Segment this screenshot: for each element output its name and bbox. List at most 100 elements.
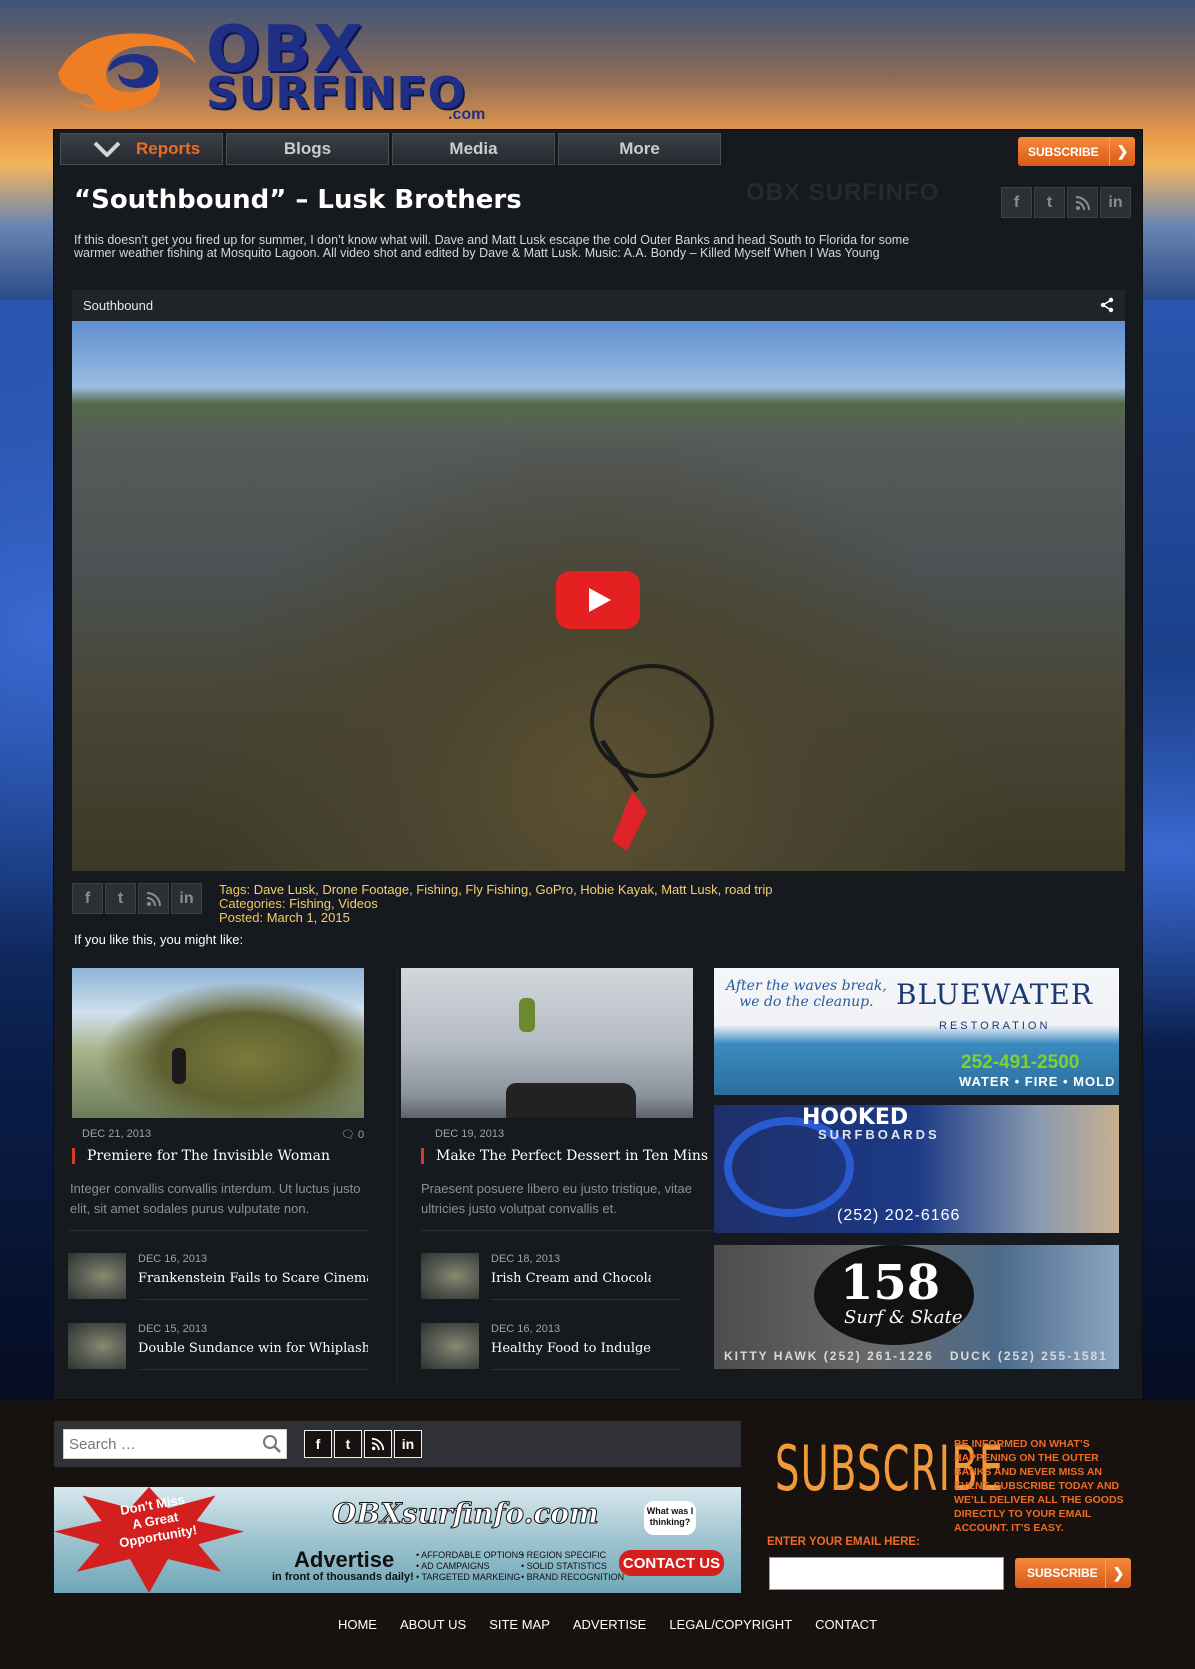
video-thumbnail[interactable] bbox=[72, 321, 1125, 871]
posted-date: March 1, 2015 bbox=[266, 910, 350, 925]
comment-icon: 🗨 bbox=[341, 1129, 355, 1141]
featured-title[interactable]: Premiere for The Invisible Woman bbox=[72, 1148, 330, 1164]
categories-links[interactable]: Fishing, Videos bbox=[289, 896, 378, 911]
footer-search-bar: f t in bbox=[54, 1421, 741, 1467]
list-date: DEC 15, 2013 bbox=[138, 1323, 208, 1335]
featured-image[interactable] bbox=[72, 968, 364, 1118]
share-icon[interactable] bbox=[1099, 297, 1115, 313]
video-title[interactable]: Southbound bbox=[83, 298, 153, 313]
divider bbox=[138, 1369, 368, 1370]
search-icon[interactable] bbox=[262, 1434, 282, 1454]
video-player[interactable]: Southbound bbox=[72, 290, 1125, 871]
footer-link-advertise[interactable]: ADVERTISE bbox=[573, 1617, 646, 1632]
page-title: “Southbound” – Lusk Brothers bbox=[74, 185, 522, 215]
tags-label: Tags: bbox=[219, 882, 251, 897]
ad-phone: 252-491-2500 bbox=[961, 1052, 1080, 1073]
kiteboarder-figure bbox=[519, 998, 535, 1032]
advertise-banner[interactable]: Don't Miss A Great Opportunity! OBXsurfi… bbox=[54, 1487, 741, 1593]
subscribe-label: SUBSCRIBE bbox=[1028, 144, 1099, 159]
list-thumbnail[interactable] bbox=[68, 1253, 126, 1299]
facebook-icon[interactable]: f bbox=[72, 883, 103, 914]
comment-count[interactable]: 🗨 0 bbox=[341, 1128, 364, 1141]
play-button[interactable] bbox=[556, 571, 640, 629]
rss-glyph-icon bbox=[371, 1437, 385, 1451]
subscribe-description: BE INFORMED ON WHAT’S HAPPENING ON THE O… bbox=[954, 1438, 1124, 1534]
divider bbox=[491, 1299, 681, 1300]
footer-subscribe-button[interactable]: SUBSCRIBE ❯ bbox=[1015, 1558, 1131, 1588]
featured-excerpt: Integer convallis convallis interdum. Ut… bbox=[70, 1181, 361, 1216]
divider bbox=[421, 1230, 721, 1231]
ad-brand-number: 158 bbox=[840, 1255, 941, 1311]
ad-locations: KITTY HAWK (252) 261-1226 DUCK (252) 255… bbox=[724, 1349, 1108, 1363]
ad-brand-name: Surf & Skate bbox=[844, 1307, 963, 1328]
logo-watermark: OBX SURFINFO bbox=[746, 179, 940, 206]
banner-speech-bubble: What was I thinking? bbox=[644, 1501, 696, 1535]
featured-image[interactable] bbox=[401, 968, 693, 1118]
post-meta: Tags: Dave Lusk, Drone Footage, Fishing,… bbox=[219, 883, 773, 925]
site-logo[interactable]: OBX SURFINFO .com bbox=[48, 18, 498, 123]
list-item[interactable]: DEC 16, 2013 Frankenstein Fails to Scare… bbox=[68, 1253, 378, 1305]
rss-icon[interactable] bbox=[138, 883, 169, 914]
footer-link-sitemap[interactable]: SITE MAP bbox=[489, 1617, 550, 1632]
tags-links[interactable]: Dave Lusk, Drone Footage, Fishing, Fly F… bbox=[254, 882, 773, 897]
categories-line: Categories: Fishing, Videos bbox=[219, 897, 773, 911]
bluewater-ad[interactable]: After the waves break, we do the cleanup… bbox=[714, 968, 1119, 1095]
list-date: DEC 18, 2013 bbox=[491, 1253, 561, 1265]
search-input[interactable] bbox=[63, 1429, 287, 1459]
list-thumbnail[interactable] bbox=[421, 1323, 479, 1369]
divider bbox=[491, 1369, 681, 1370]
email-label: ENTER YOUR EMAIL HERE: bbox=[767, 1536, 920, 1548]
header-subscribe-button[interactable]: SUBSCRIBE ❯ bbox=[1018, 137, 1135, 166]
nav-label: Blogs bbox=[283, 139, 332, 158]
contact-us-button[interactable]: CONTACT US bbox=[619, 1550, 724, 1576]
video-title-bar: Southbound bbox=[72, 290, 1125, 321]
nav-item-media[interactable]: Media bbox=[392, 133, 555, 165]
ad-subtitle: SURFBOARDS bbox=[818, 1127, 940, 1142]
list-title[interactable]: Frankenstein Fails to Scare Cinemas bbox=[138, 1271, 368, 1286]
facebook-icon[interactable]: f bbox=[1001, 187, 1032, 218]
list-title[interactable]: Double Sundance win for Whiplash bbox=[138, 1341, 368, 1356]
logo-com-text: .com bbox=[448, 106, 486, 123]
list-thumbnail[interactable] bbox=[68, 1323, 126, 1369]
banner-bullets-right: • REGION SPECIFIC • SOLID STATISTICS • B… bbox=[521, 1550, 625, 1582]
list-thumbnail[interactable] bbox=[421, 1253, 479, 1299]
rss-icon[interactable] bbox=[364, 1430, 392, 1458]
footer-link-home[interactable]: HOME bbox=[338, 1617, 377, 1632]
featured-date: DEC 19, 2013 bbox=[435, 1128, 505, 1140]
linkedin-icon[interactable]: in bbox=[394, 1430, 422, 1458]
linkedin-icon[interactable]: in bbox=[1100, 187, 1131, 218]
ad-phone: (252) 202-6166 bbox=[837, 1207, 961, 1224]
list-item[interactable]: DEC 18, 2013 Irish Cream and Chocolate C… bbox=[421, 1253, 681, 1305]
twitter-icon[interactable]: t bbox=[334, 1430, 362, 1458]
arrow-right-icon: ❯ bbox=[1109, 137, 1135, 166]
rss-icon[interactable] bbox=[1067, 187, 1098, 218]
surf-skate-ad[interactable]: 158 Surf & Skate KITTY HAWK (252) 261-12… bbox=[714, 1245, 1119, 1369]
chevron-down-icon bbox=[93, 141, 121, 157]
twitter-icon[interactable]: t bbox=[1034, 187, 1065, 218]
wave-logo-icon bbox=[58, 33, 196, 112]
surfer-figure bbox=[172, 1048, 186, 1084]
facebook-icon[interactable]: f bbox=[304, 1430, 332, 1458]
hooked-surfboards-ad[interactable]: HOOKED SURFBOARDS (252) 202-6166 bbox=[714, 1105, 1119, 1233]
featured-title[interactable]: Make The Perfect Dessert in Ten Mins bbox=[421, 1148, 708, 1164]
ad-subtitle: RESTORATION bbox=[939, 1020, 1051, 1032]
linkedin-icon[interactable]: in bbox=[171, 883, 202, 914]
nav-item-more[interactable]: More bbox=[558, 133, 721, 165]
footer-link-contact[interactable]: CONTACT bbox=[815, 1617, 877, 1632]
social-share-top: f t in bbox=[1001, 187, 1131, 218]
list-item[interactable]: DEC 15, 2013 Double Sundance win for Whi… bbox=[68, 1323, 378, 1375]
play-icon bbox=[589, 588, 611, 612]
post-description: If this doesn’t get you fired up for sum… bbox=[74, 233, 910, 260]
categories-label: Categories: bbox=[219, 896, 286, 911]
nav-item-reports[interactable]: Reports bbox=[60, 133, 223, 165]
list-title[interactable]: Healthy Food to Indulge at Home bbox=[491, 1341, 651, 1356]
footer-link-about[interactable]: ABOUT US bbox=[400, 1617, 466, 1632]
nav-item-blogs[interactable]: Blogs bbox=[226, 133, 389, 165]
footer-link-legal[interactable]: LEGAL/COPYRIGHT bbox=[669, 1617, 792, 1632]
fishing-net-graphic bbox=[590, 664, 714, 851]
list-item[interactable]: DEC 16, 2013 Healthy Food to Indulge at … bbox=[421, 1323, 681, 1375]
email-field[interactable] bbox=[769, 1557, 1004, 1590]
main-panel: Reports Blogs Media More SUBSCRIBE ❯ OBX… bbox=[53, 129, 1143, 1400]
twitter-icon[interactable]: t bbox=[105, 883, 136, 914]
list-title[interactable]: Irish Cream and Chocolate Cheesecake bbox=[491, 1271, 651, 1286]
